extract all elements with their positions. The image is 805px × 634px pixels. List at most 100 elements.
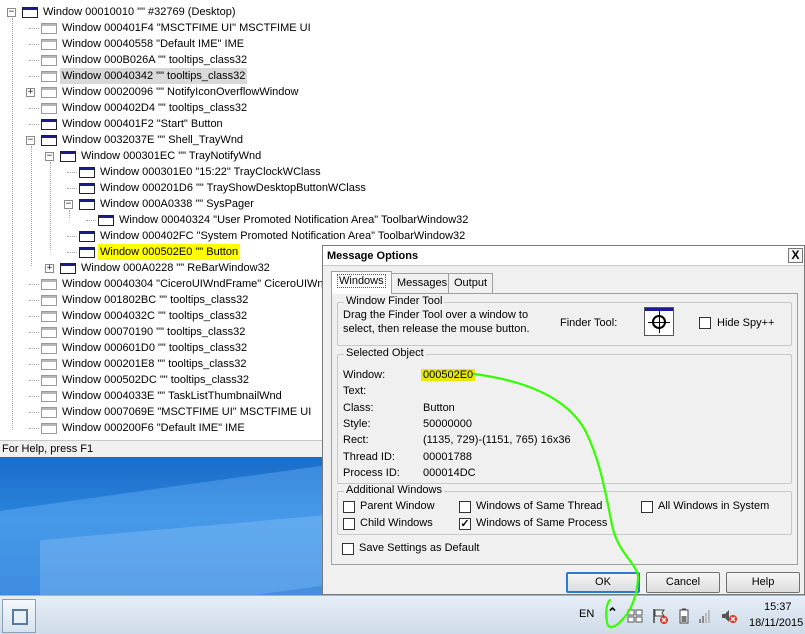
tree-row[interactable]: Window 000402D4 "" tooltips_class32 bbox=[0, 100, 805, 116]
tree-row[interactable]: Window 000201D6 "" TrayShowDesktopButton… bbox=[0, 180, 805, 196]
field-value: 000502E0 bbox=[421, 369, 476, 381]
tree-row-label: Window 000B026A "" tooltips_class32 bbox=[62, 54, 248, 66]
tree-row[interactable]: Window 000B026A "" tooltips_class32 bbox=[0, 52, 805, 68]
tree-row[interactable]: Window 000301E0 "15:22" TrayClockWClass bbox=[0, 164, 805, 180]
tree-row-label: Window 0007069E "MSCTFIME UI" MSCTFIME U… bbox=[62, 406, 312, 418]
tree-row-label: Window 00070190 "" tooltips_class32 bbox=[62, 326, 246, 338]
network-signal-icon[interactable] bbox=[697, 607, 715, 625]
field-label: Rect: bbox=[343, 434, 369, 447]
window-icon bbox=[41, 119, 57, 130]
window-icon bbox=[41, 343, 57, 354]
tree-row-label: Window 000401F4 "MSCTFIME UI" MSCTFIME U… bbox=[62, 22, 311, 34]
tree-row-label: Window 000A0228 "" ReBarWindow32 bbox=[81, 262, 270, 274]
finder-instructions-1: Drag the Finder Tool over a window to bbox=[343, 309, 529, 321]
tree-row[interactable]: Window 000401F4 "MSCTFIME UI" MSCTFIME U… bbox=[0, 20, 805, 36]
tree-row-label: Window 000A0338 "" SysPager bbox=[100, 198, 254, 210]
tree-row-label: Window 000402D4 "" tooltips_class32 bbox=[62, 102, 248, 114]
expand-toggle[interactable]: + bbox=[26, 88, 35, 97]
show-hidden-icons-button[interactable]: ⌃ bbox=[607, 605, 618, 621]
field-value: 00001788 bbox=[423, 450, 472, 463]
all-windows-label: All Windows in System bbox=[658, 500, 770, 512]
tree-row-label: Window 00040304 "CiceroUIWndFrame" Cicer… bbox=[62, 278, 362, 290]
window-icon bbox=[41, 71, 57, 82]
dialog-title: Message Options bbox=[323, 246, 804, 266]
collapse-toggle[interactable]: − bbox=[64, 200, 73, 209]
tree-row[interactable]: − Window 000A0338 "" SysPager bbox=[0, 196, 805, 212]
tab-output[interactable]: Output bbox=[448, 273, 494, 293]
finder-tool-icon[interactable] bbox=[644, 307, 674, 336]
clock-date[interactable]: 18/11/2015 bbox=[749, 617, 803, 629]
collapse-toggle[interactable]: − bbox=[45, 152, 54, 161]
save-default-checkbox[interactable] bbox=[342, 543, 354, 555]
window-icon bbox=[60, 151, 76, 162]
same-process-checkbox[interactable]: ✓ bbox=[459, 518, 471, 530]
volume-muted-icon[interactable] bbox=[720, 607, 738, 625]
tree-row-label: Window 0004033E "" TaskListThumbnailWnd bbox=[62, 390, 282, 402]
window-icon bbox=[41, 359, 57, 370]
parent-window-checkbox[interactable] bbox=[343, 501, 355, 513]
tree-row[interactable]: Window 00040324 "User Promoted Notificat… bbox=[0, 212, 805, 228]
field-label: Text: bbox=[343, 385, 367, 398]
tree-row[interactable]: Window 00040342 "" tooltips_class32 bbox=[0, 68, 805, 84]
window-icon bbox=[41, 135, 57, 146]
tree-row-label: Window 00040324 "User Promoted Notificat… bbox=[119, 214, 469, 226]
flag-warning-icon[interactable] bbox=[651, 607, 669, 625]
window-icon bbox=[41, 327, 57, 338]
window-icon bbox=[41, 23, 57, 34]
tree-row[interactable]: − Window 00010010 "" #32769 (Desktop) bbox=[0, 4, 805, 20]
tree-row-label: Window 000301E0 "15:22" TrayClockWClass bbox=[100, 166, 321, 178]
tree-row-label: Window 00020096 "" NotifyIconOverflowWin… bbox=[62, 86, 299, 98]
window-icon bbox=[41, 87, 57, 98]
tree-row-label: Window 000200F6 "Default IME" IME bbox=[62, 422, 245, 434]
collapse-toggle[interactable]: − bbox=[7, 8, 16, 17]
window-icon bbox=[41, 407, 57, 418]
cancel-button[interactable]: Cancel bbox=[646, 572, 720, 593]
window-icon bbox=[41, 295, 57, 306]
hide-spy-checkbox[interactable] bbox=[699, 317, 711, 329]
window-icon bbox=[98, 215, 114, 226]
tab-messages[interactable]: Messages bbox=[391, 273, 454, 293]
window-icon bbox=[60, 263, 76, 274]
field-label: Style: bbox=[343, 417, 371, 430]
tree-row[interactable]: Window 000401F2 "Start" Button bbox=[0, 116, 805, 132]
same-thread-checkbox[interactable] bbox=[459, 501, 471, 513]
tree-row-label: Window 00010010 "" #32769 (Desktop) bbox=[43, 6, 236, 18]
child-windows-checkbox[interactable] bbox=[343, 518, 355, 530]
additional-windows-group: Additional Windows Parent Window Child W… bbox=[337, 484, 792, 535]
collapse-toggle[interactable]: − bbox=[26, 136, 35, 145]
tree-row[interactable]: − Window 000301EC "" TrayNotifyWnd bbox=[0, 148, 805, 164]
tree-row[interactable]: + Window 00020096 "" NotifyIconOverflowWi… bbox=[0, 84, 805, 100]
tree-row-label: Window 000401F2 "Start" Button bbox=[62, 118, 223, 130]
tree-row[interactable]: Window 000402FC "System Promoted Notific… bbox=[0, 228, 805, 244]
tree-row[interactable]: − Window 0032037E "" Shell_TrayWnd bbox=[0, 132, 805, 148]
message-options-dialog: Message Options X Windows Messages Outpu… bbox=[322, 245, 805, 595]
window-icon bbox=[79, 183, 95, 194]
field-label: Window: bbox=[343, 369, 386, 381]
tree-row-label: Window 0032037E "" Shell_TrayWnd bbox=[62, 134, 244, 146]
tree-row-label: Window 00040558 "Default IME" IME bbox=[62, 38, 245, 50]
tree-row-label: Window 000201E8 "" tooltips_class32 bbox=[62, 358, 247, 370]
clock-time[interactable]: 15:37 bbox=[764, 601, 792, 613]
all-windows-checkbox[interactable] bbox=[641, 501, 653, 513]
help-button[interactable]: Help bbox=[726, 572, 800, 593]
language-indicator[interactable]: EN bbox=[579, 608, 594, 620]
tree-row-label: Window 000502DC "" tooltips_class32 bbox=[62, 374, 249, 386]
close-button[interactable]: X bbox=[788, 248, 803, 263]
finder-instructions-2: select, then release the mouse button. bbox=[343, 323, 530, 335]
tree-row-label: Window 000601D0 "" tooltips_class32 bbox=[62, 342, 248, 354]
windows-tab-panel: Window Finder Tool Drag the Finder Tool … bbox=[331, 293, 798, 565]
window-icon bbox=[79, 199, 95, 210]
field-value: 50000000 bbox=[423, 417, 472, 430]
child-windows-label: Child Windows bbox=[360, 517, 433, 529]
action-center-icon[interactable] bbox=[626, 607, 644, 625]
battery-icon[interactable] bbox=[675, 607, 693, 625]
start-button[interactable] bbox=[2, 599, 36, 633]
window-icon bbox=[41, 39, 57, 50]
window-icon bbox=[41, 55, 57, 66]
expand-toggle[interactable]: + bbox=[45, 264, 54, 273]
tab-windows[interactable]: Windows bbox=[331, 271, 392, 294]
window-icon bbox=[22, 7, 38, 18]
ok-button[interactable]: OK bbox=[566, 572, 640, 593]
tree-row-label: Window 000502E0 "" Button bbox=[98, 244, 241, 260]
tree-row[interactable]: Window 00040558 "Default IME" IME bbox=[0, 36, 805, 52]
